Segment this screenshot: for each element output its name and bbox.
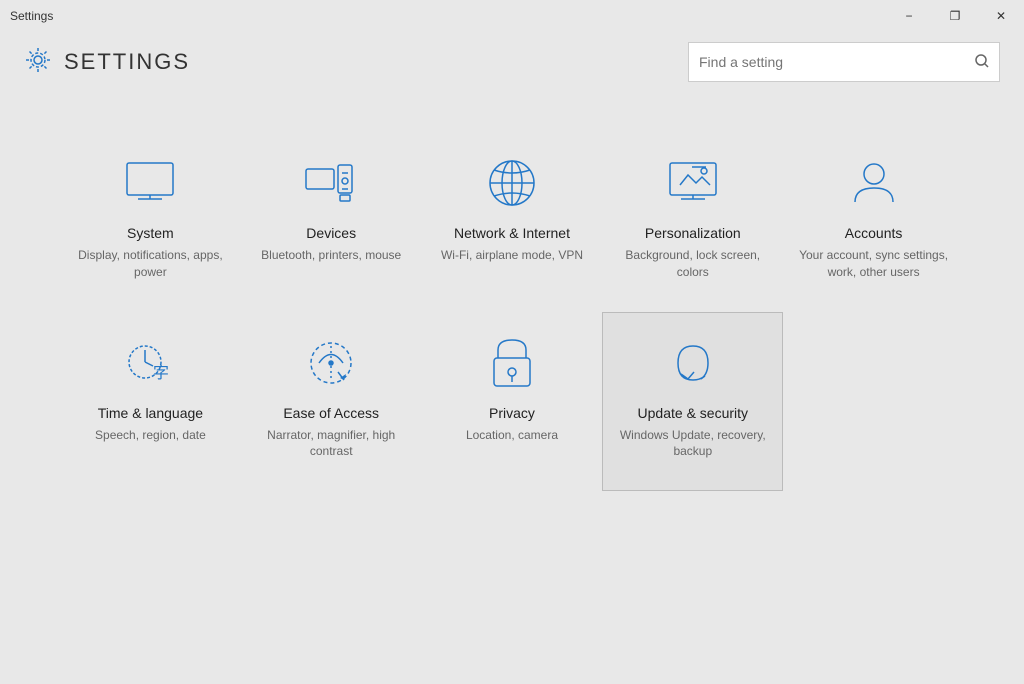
settings-gear-icon [24,46,52,79]
devices-icon [301,153,361,213]
search-input[interactable] [699,54,975,70]
time-title: Time & language [98,405,203,421]
accounts-desc: Your account, sync settings, work, other… [794,247,953,281]
header-title: SETTINGS [64,49,190,75]
update-icon [663,333,723,393]
network-desc: Wi-Fi, airplane mode, VPN [441,247,583,264]
system-icon [120,153,180,213]
time-desc: Speech, region, date [95,427,206,444]
minimize-button[interactable]: − [886,0,932,32]
network-title: Network & Internet [454,225,570,241]
header-left: SETTINGS [24,46,190,79]
system-title: System [127,225,174,241]
personalization-icon [663,153,723,213]
close-button[interactable]: ✕ [978,0,1024,32]
settings-item-devices[interactable]: Devices Bluetooth, printers, mouse [241,132,422,312]
devices-title: Devices [306,225,356,241]
personalization-desc: Background, lock screen, colors [613,247,772,281]
titlebar-controls: − ❐ ✕ [886,0,1024,32]
settings-item-network[interactable]: Network & Internet Wi-Fi, airplane mode,… [422,132,603,312]
settings-item-system[interactable]: System Display, notifications, apps, pow… [60,132,241,312]
network-icon [482,153,542,213]
titlebar: Settings − ❐ ✕ [0,0,1024,32]
search-icon [975,54,989,71]
devices-desc: Bluetooth, printers, mouse [261,247,401,264]
update-title: Update & security [638,405,749,421]
accounts-icon [844,153,904,213]
search-box[interactable] [688,42,1000,82]
settings-grid: System Display, notifications, apps, pow… [0,92,1024,491]
titlebar-title: Settings [10,9,53,23]
ease-desc: Narrator, magnifier, high contrast [252,427,411,461]
ease-icon [301,333,361,393]
privacy-icon [482,333,542,393]
accounts-title: Accounts [845,225,903,241]
time-icon: 字 [120,333,180,393]
header: SETTINGS [0,32,1024,92]
maximize-button[interactable]: ❐ [932,0,978,32]
svg-text:字: 字 [153,364,169,382]
personalization-title: Personalization [645,225,741,241]
settings-item-personalization[interactable]: Personalization Background, lock screen,… [602,132,783,312]
settings-item-time[interactable]: 字 Time & language Speech, region, date [60,312,241,492]
privacy-title: Privacy [489,405,535,421]
system-desc: Display, notifications, apps, power [71,247,230,281]
settings-item-accounts[interactable]: Accounts Your account, sync settings, wo… [783,132,964,312]
settings-item-update[interactable]: Update & security Windows Update, recove… [602,312,783,492]
settings-item-privacy[interactable]: Privacy Location, camera [422,312,603,492]
privacy-desc: Location, camera [466,427,558,444]
ease-title: Ease of Access [283,405,379,421]
settings-item-ease[interactable]: Ease of Access Narrator, magnifier, high… [241,312,422,492]
update-desc: Windows Update, recovery, backup [613,427,772,461]
